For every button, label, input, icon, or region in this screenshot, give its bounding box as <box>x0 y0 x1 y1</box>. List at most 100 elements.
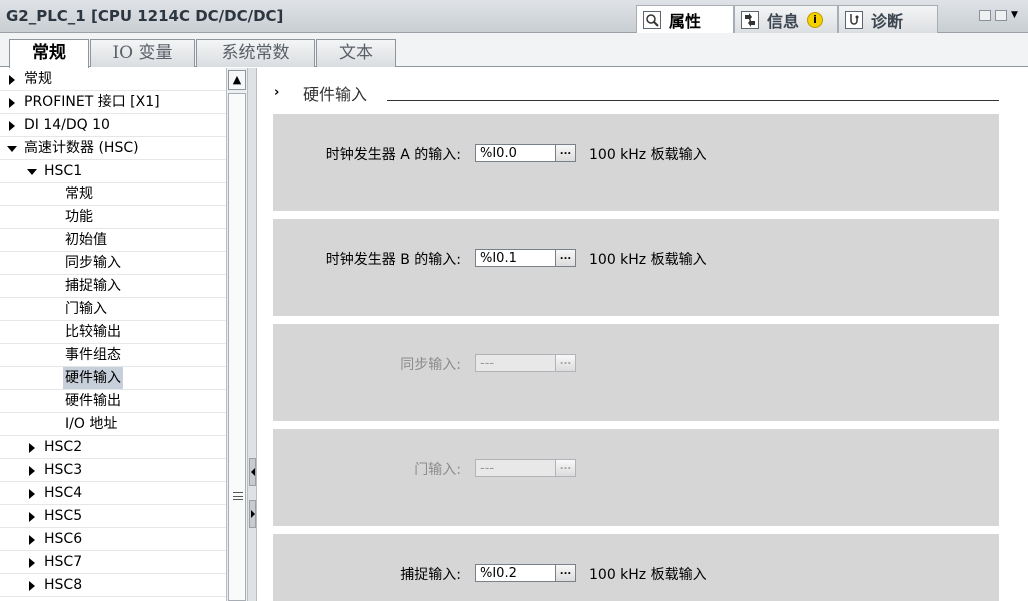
address-value: %I0.1 <box>480 251 517 266</box>
scrollbar-thumb[interactable] <box>228 93 246 601</box>
expand-arrow-icon[interactable] <box>9 121 15 131</box>
tree-item-label: 高速计数器 (HSC) <box>24 140 139 156</box>
window-buttons: ▼ <box>979 10 1020 21</box>
tree-item-label: I/O 地址 <box>65 416 118 432</box>
tree-item[interactable]: 同步输入 <box>0 252 226 275</box>
input-config-row: 捕捉输入: %I0.2... 100 kHz 板载输入 <box>273 534 999 601</box>
address-value: %I0.2 <box>480 566 517 581</box>
tree-item-label: HSC6 <box>44 531 83 547</box>
tree-item[interactable]: DI 14/DQ 10 <box>0 114 226 137</box>
expand-arrow-icon[interactable] <box>29 489 35 499</box>
tab-general[interactable]: 常规 <box>9 39 89 68</box>
tree-item[interactable]: I/O 地址 <box>0 413 226 436</box>
input-note: 100 kHz 板载输入 <box>589 147 707 163</box>
tree-item[interactable]: HSC3 <box>0 459 226 482</box>
browse-button[interactable]: ... <box>555 565 575 581</box>
window-title: G2_PLC_1 [CPU 1214C DC/DC/DC] <box>6 7 284 25</box>
tab-diagnostics[interactable]: 诊断 <box>838 5 938 33</box>
browse-button: ... <box>555 460 575 476</box>
tab-diagnostics-label: 诊断 <box>871 11 904 31</box>
tree-item[interactable]: PROFINET 接口 [X1] <box>0 91 226 114</box>
address-field[interactable]: %I0.0... <box>475 144 576 162</box>
tree-item-label: HSC7 <box>44 554 83 570</box>
tree-item[interactable]: 事件组态 <box>0 344 226 367</box>
tree-item[interactable]: 捕捉输入 <box>0 275 226 298</box>
arrow-left-icon <box>251 468 255 476</box>
tree-item-label: HSC3 <box>44 462 83 478</box>
expand-arrow-icon[interactable] <box>29 466 35 476</box>
tree-item[interactable]: 高速计数器 (HSC) <box>0 137 226 160</box>
tree-item-label: 常规 <box>24 71 52 87</box>
scroll-up-button[interactable]: ▲ <box>228 70 246 90</box>
input-config-row: 时钟发生器 A 的输入: %I0.0... 100 kHz 板载输入 <box>273 114 999 211</box>
address-value: --- <box>480 356 495 371</box>
tab-texts[interactable]: 文本 <box>316 39 396 67</box>
tab-info-label: 信息 <box>767 11 800 31</box>
float-window-icon[interactable] <box>979 10 991 21</box>
tree-scrollbar[interactable]: ▲ <box>226 68 247 601</box>
tree-item[interactable]: 常规 <box>0 68 226 91</box>
expand-arrow-icon[interactable] <box>29 558 35 568</box>
expand-arrow-icon[interactable] <box>9 75 15 85</box>
address-field[interactable]: %I0.1... <box>475 249 576 267</box>
info-badge-icon: i <box>807 11 824 28</box>
input-note: 100 kHz 板载输入 <box>589 252 707 268</box>
tree-item[interactable]: 比较输出 <box>0 321 226 344</box>
input-config-row: 门输入: ---... <box>273 429 999 526</box>
navigation-tree: 常规 PROFINET 接口 [X1] DI 14/DQ 10 高速计数器 (HSC)… <box>0 68 226 601</box>
section-divider <box>387 100 999 101</box>
address-field: ---... <box>475 354 576 372</box>
collapse-arrow-icon[interactable] <box>7 146 17 152</box>
row-label: 同步输入: <box>400 357 461 373</box>
tree-item[interactable]: HSC1 <box>0 160 226 183</box>
tree-item-label: 事件组态 <box>65 347 121 363</box>
expand-arrow-icon[interactable] <box>29 535 35 545</box>
tree-item-label: 硬件输入 <box>63 367 123 389</box>
input-config-row: 同步输入: ---... <box>273 324 999 421</box>
tree-item[interactable]: 常规 <box>0 183 226 206</box>
collapse-arrow-icon[interactable] <box>27 169 37 175</box>
tab-properties[interactable]: 属性 <box>636 5 734 33</box>
address-field[interactable]: %I0.2... <box>475 564 576 582</box>
collapse-left-button[interactable] <box>249 458 256 486</box>
diagnostics-icon <box>845 10 863 29</box>
address-field: ---... <box>475 459 576 477</box>
tree-item[interactable]: 硬件输出 <box>0 390 226 413</box>
tree-item[interactable]: 门输入 <box>0 298 226 321</box>
tree-item-label: 比较输出 <box>65 324 121 340</box>
input-config-row: 时钟发生器 B 的输入: %I0.1... 100 kHz 板载输入 <box>273 219 999 316</box>
expand-arrow-icon[interactable] <box>29 443 35 453</box>
pane-splitter[interactable] <box>247 68 257 601</box>
arrow-right-icon <box>251 510 255 518</box>
properties-icon <box>643 10 661 29</box>
browse-button[interactable]: ... <box>555 250 575 266</box>
tree-item-label: 同步输入 <box>65 255 121 271</box>
row-label: 捕捉输入: <box>400 567 461 583</box>
expand-arrow-icon[interactable] <box>29 581 35 591</box>
tree-item[interactable]: HSC4 <box>0 482 226 505</box>
section-collapse-icon[interactable]: › <box>274 85 279 100</box>
expand-arrow-icon[interactable] <box>9 98 15 108</box>
tree-item[interactable]: HSC2 <box>0 436 226 459</box>
tree-item[interactable]: HSC7 <box>0 551 226 574</box>
tree-item[interactable]: 初始值 <box>0 229 226 252</box>
chevron-down-icon[interactable]: ▼ <box>1011 10 1020 21</box>
list-view-icon[interactable] <box>995 10 1007 21</box>
tree-item[interactable]: 功能 <box>0 206 226 229</box>
browse-button[interactable]: ... <box>555 145 575 161</box>
tree-item[interactable]: 硬件输入 <box>0 367 226 390</box>
tree-item-label: 硬件输出 <box>65 393 121 409</box>
grip-icon <box>233 492 243 500</box>
tab-info[interactable]: 信息 i <box>734 5 838 33</box>
row-label: 门输入: <box>414 462 461 478</box>
expand-arrow-icon[interactable] <box>29 512 35 522</box>
tree-item-label: 功能 <box>65 209 93 225</box>
tree-item[interactable]: HSC8 <box>0 574 226 597</box>
expand-right-button[interactable] <box>249 500 256 528</box>
tree-item-label: HSC8 <box>44 577 83 593</box>
tree-item[interactable]: HSC6 <box>0 528 226 551</box>
tab-system-constants[interactable]: 系统常数 <box>196 39 315 67</box>
title-bar: G2_PLC_1 [CPU 1214C DC/DC/DC] 属性 信息 i 诊断… <box>0 0 1028 33</box>
tree-item[interactable]: HSC5 <box>0 505 226 528</box>
tab-io-tags[interactable]: IO 变量 <box>90 39 195 67</box>
